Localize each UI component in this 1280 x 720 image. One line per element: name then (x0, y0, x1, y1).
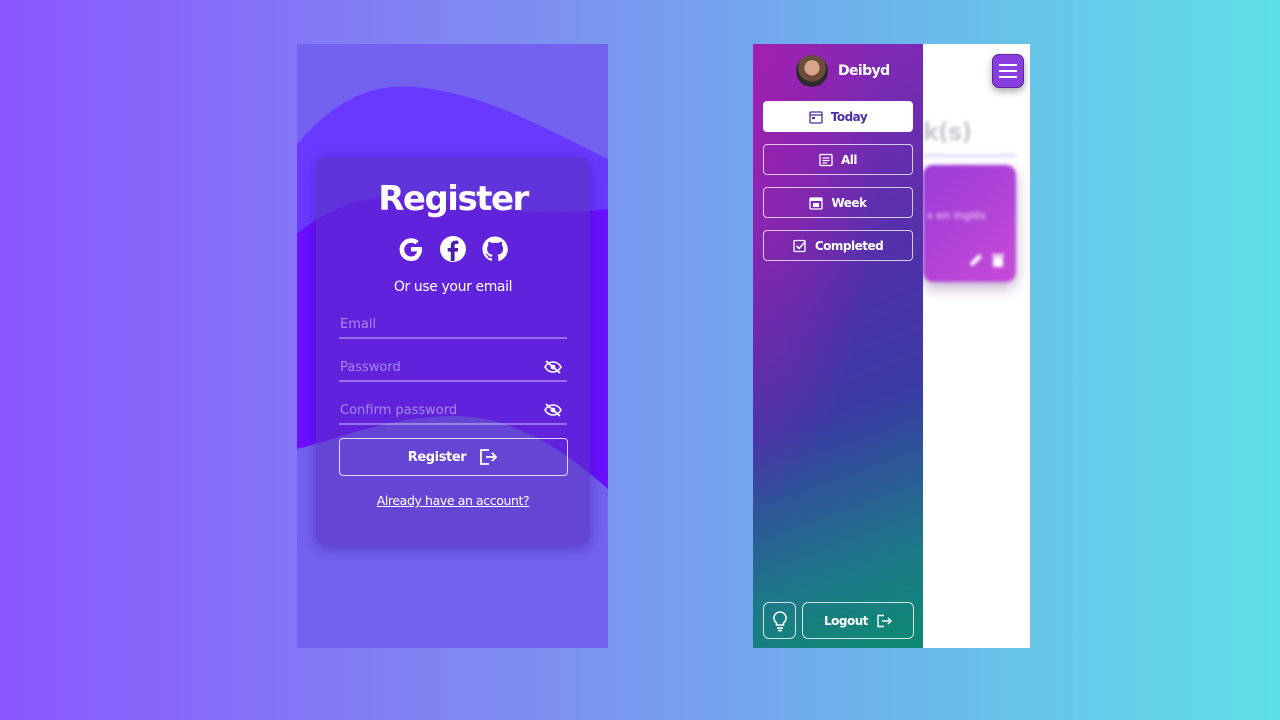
or-use-email-text: Or use your email (393, 279, 513, 295)
pencil-icon[interactable] (968, 252, 984, 268)
register-button-label: Register (407, 449, 467, 465)
check-square-icon (793, 239, 806, 252)
username: Deibyd (838, 63, 890, 79)
calendar-today-icon (809, 110, 823, 124)
social-login-row (316, 234, 590, 266)
task-card-actions (968, 252, 1006, 268)
calendar-week-icon (809, 196, 824, 210)
eye-off-icon[interactable] (543, 359, 563, 375)
facebook-icon[interactable] (438, 234, 468, 264)
github-icon[interactable] (480, 234, 510, 264)
confirm-password-input[interactable] (339, 403, 567, 418)
background-task-view: k(s) s en inglés (923, 44, 1030, 648)
task-card: s en inglés (923, 165, 1016, 282)
tips-button[interactable] (763, 602, 796, 639)
register-screen: Register Or use your email Email Registe… (297, 44, 608, 648)
lightbulb-icon (772, 610, 787, 631)
google-icon[interactable] (396, 234, 426, 264)
task-card-text: s en inglés (927, 209, 987, 222)
register-card: Register Or use your email Email Registe… (316, 157, 590, 545)
register-button[interactable]: Register (338, 438, 568, 476)
heading-underline (923, 154, 1017, 157)
menu-icon (999, 64, 1017, 78)
email-input[interactable] (339, 317, 567, 332)
sidebar-item-label: Today (830, 109, 868, 124)
list-icon (819, 153, 833, 166)
confirm-password-field (339, 399, 567, 425)
eye-off-icon[interactable] (543, 402, 563, 418)
sidebar-item-completed[interactable]: Completed (763, 230, 913, 261)
login-link[interactable]: Already have an account? (377, 493, 530, 508)
logout-icon (877, 614, 892, 627)
sidebar-item-today[interactable]: Today (763, 101, 913, 132)
logout-button[interactable]: Logout (802, 602, 914, 639)
tasks-screen: k(s) s en inglés Deibyd Today All Week C… (753, 44, 1030, 648)
sign-in-icon (480, 449, 498, 465)
sidebar-item-label: Completed (814, 238, 884, 253)
email-field (339, 313, 567, 339)
sidebar: Deibyd Today All Week Completed Logout (753, 44, 923, 648)
logout-label: Logout (823, 613, 869, 628)
trash-icon[interactable] (990, 252, 1006, 268)
user-profile: Deibyd (796, 55, 890, 87)
sidebar-item-all[interactable]: All (763, 144, 913, 175)
tasks-heading: k(s) (923, 118, 972, 146)
password-input[interactable] (339, 360, 567, 375)
register-title: Register (378, 179, 529, 219)
password-field (339, 356, 567, 382)
hamburger-menu-button[interactable] (992, 54, 1024, 88)
sidebar-item-label: Week (831, 195, 867, 210)
sidebar-item-label: All (840, 152, 858, 167)
sidebar-item-week[interactable]: Week (763, 187, 913, 218)
avatar (796, 55, 828, 87)
